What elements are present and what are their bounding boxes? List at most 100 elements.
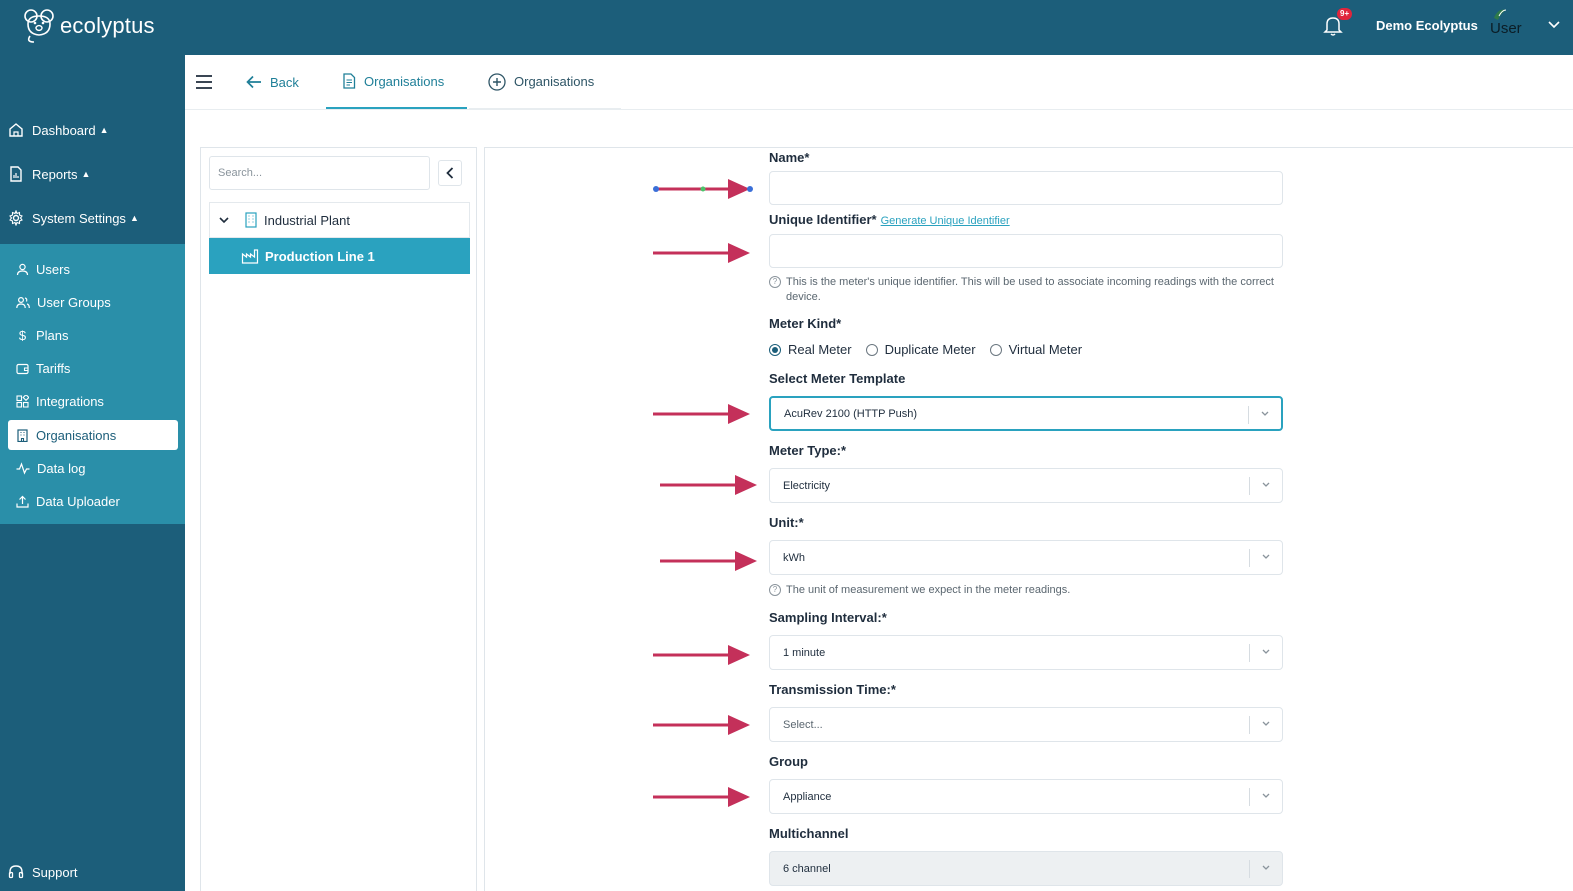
chevron-down-icon[interactable] [1261, 648, 1271, 656]
system-settings-submenu: Users User Groups $ Plans Tariffs Integr… [0, 244, 185, 524]
group-select[interactable]: Appliance [769, 779, 1283, 814]
sidebar-item-user-groups[interactable]: User Groups [8, 287, 178, 317]
annotation-arrow-meter-type [660, 475, 757, 495]
tree-node-production-line-1[interactable]: Production Line 1 [209, 238, 470, 274]
sidebar-item-label: System Settings [32, 210, 126, 226]
sidebar-item-organisations[interactable]: Organisations [8, 420, 178, 450]
sampling-interval-select[interactable]: 1 minute [769, 635, 1283, 670]
collapse-panel-button[interactable] [438, 160, 462, 186]
chevron-down-icon[interactable] [1260, 410, 1270, 418]
plus-circle-icon [488, 72, 506, 91]
tab-label: Organisations [514, 74, 595, 89]
sidebar-item-label: Dashboard [32, 122, 96, 138]
brand-name: ecolyptus [60, 13, 155, 38]
back-button[interactable]: Back [222, 55, 324, 109]
sidebar-item-system-settings[interactable]: System Settings ▲ [8, 210, 139, 226]
sidebar-item-support[interactable]: Support [8, 864, 78, 880]
users-icon [16, 296, 30, 308]
sidebar-item-label: Reports [32, 166, 78, 182]
caret-up-icon: ▲ [81, 169, 91, 179]
unique-identifier-input[interactable] [769, 234, 1283, 268]
chevron-left-icon [446, 167, 454, 179]
back-label: Back [270, 74, 299, 90]
sidebar-item-label: Tariffs [36, 360, 71, 376]
unique-identifier-help: ? This is the meter's unique identifier.… [769, 275, 1289, 305]
chevron-down-icon[interactable] [1261, 864, 1271, 872]
annotation-arrow-unit [660, 551, 757, 571]
annotation-arrow-meter-template [653, 404, 750, 424]
radio-virtual-meter[interactable]: Virtual Meter [989, 342, 1082, 357]
radio-indicator[interactable] [989, 343, 1002, 356]
generate-unique-identifier-link[interactable]: Generate Unique Identifier [881, 215, 1010, 227]
annotation-arrow-transmission-time [653, 715, 750, 735]
chevron-down-icon[interactable] [1261, 720, 1271, 728]
name-label: Name* [769, 150, 810, 165]
sidebar-item-integrations[interactable]: Integrations [8, 386, 178, 416]
unit-select[interactable]: kWh [769, 540, 1283, 575]
unique-identifier-label: Unique Identifier* Generate Unique Identi… [769, 212, 1010, 227]
annotation-arrow-group [653, 787, 750, 807]
unit-help: ? The unit of measurement we expect in t… [769, 583, 1289, 598]
tree-search-input[interactable] [209, 156, 430, 190]
sidebar-item-reports[interactable]: Reports ▲ [8, 166, 90, 182]
unit-label: Unit:* [769, 515, 804, 530]
sidebar-item-dashboard[interactable]: Dashboard ▲ [8, 122, 109, 138]
sidebar-item-label: Users [36, 261, 70, 277]
sidebar-item-tariffs[interactable]: Tariffs [8, 353, 178, 383]
annotation-arrow-name [653, 179, 753, 199]
user-icon [16, 263, 29, 275]
meter-template-label: Select Meter Template [769, 371, 906, 386]
chevron-down-icon[interactable] [218, 215, 230, 225]
organisation-tree-panel: Industrial Plant Production Line 1 [200, 147, 477, 891]
chevron-down-icon[interactable] [1261, 481, 1271, 489]
annotation-arrow-unique-identifier [653, 243, 750, 263]
dollar-icon: $ [18, 327, 27, 343]
top-bar: ecolyptus 9+ Demo Ecolyptus User [0, 0, 1573, 55]
radio-duplicate-meter[interactable]: Duplicate Meter [865, 342, 976, 357]
sidebar-item-plans[interactable]: $ Plans [8, 320, 178, 350]
chevron-down-icon[interactable] [1547, 20, 1561, 30]
divider [1249, 549, 1250, 567]
radio-indicator[interactable] [769, 343, 781, 356]
meter-kind-radio-group: Real Meter Duplicate Meter Virtual Meter [769, 342, 1096, 357]
name-input[interactable] [769, 171, 1283, 205]
notification-badge: 9+ [1337, 8, 1353, 20]
tabs-bar: Back Organisations Organisations [185, 55, 1573, 110]
multichannel-select[interactable]: 6 channel [769, 851, 1283, 886]
radio-indicator[interactable] [865, 343, 878, 356]
tab-label: Organisations [364, 73, 445, 89]
help-circle-icon: ? [769, 276, 781, 288]
meter-type-label: Meter Type:* [769, 443, 847, 458]
support-label: Support [32, 864, 78, 880]
building-icon [245, 212, 257, 228]
sidebar-item-data-uploader[interactable]: Data Uploader [8, 486, 178, 516]
meter-type-select[interactable]: Electricity [769, 468, 1283, 503]
divider [1248, 406, 1249, 424]
transmission-time-select[interactable]: Select... [769, 707, 1283, 742]
radio-real-meter[interactable]: Real Meter [769, 342, 852, 357]
sidebar-item-label: Integrations [36, 393, 104, 409]
headset-icon [8, 865, 24, 879]
sidebar-item-data-log[interactable]: Data log [8, 453, 178, 483]
sidebar-item-label: Plans [36, 327, 69, 343]
sidebar-item-users[interactable]: Users [8, 254, 178, 284]
koala-icon [24, 9, 54, 43]
annotation-arrow-sampling-interval [653, 645, 750, 665]
meter-kind-label: Meter Kind* [769, 316, 842, 331]
transmission-time-label: Transmission Time:* [769, 682, 896, 697]
chevron-down-icon[interactable] [1261, 553, 1271, 561]
chevron-down-icon[interactable] [1261, 792, 1271, 800]
multichannel-label: Multichannel [769, 826, 849, 841]
user-name[interactable]: Demo Ecolyptus [1376, 18, 1478, 33]
tree-node-label: Production Line 1 [265, 248, 375, 264]
sampling-interval-label: Sampling Interval:* [769, 610, 887, 625]
tree-node-industrial-plant[interactable]: Industrial Plant [209, 202, 470, 238]
hamburger-menu-icon[interactable] [195, 74, 213, 90]
brand-logo[interactable]: ecolyptus [22, 8, 155, 44]
tab-add-organisation[interactable]: Organisations [469, 55, 621, 109]
tab-organisations[interactable]: Organisations [326, 55, 467, 109]
meter-template-select[interactable]: AcuRev 2100 (HTTP Push) [769, 396, 1283, 431]
divider [1249, 860, 1250, 878]
sidebar: Dashboard ▲ Reports ▲ System Settings ▲ … [0, 55, 185, 891]
user-role: User [1490, 20, 1522, 37]
